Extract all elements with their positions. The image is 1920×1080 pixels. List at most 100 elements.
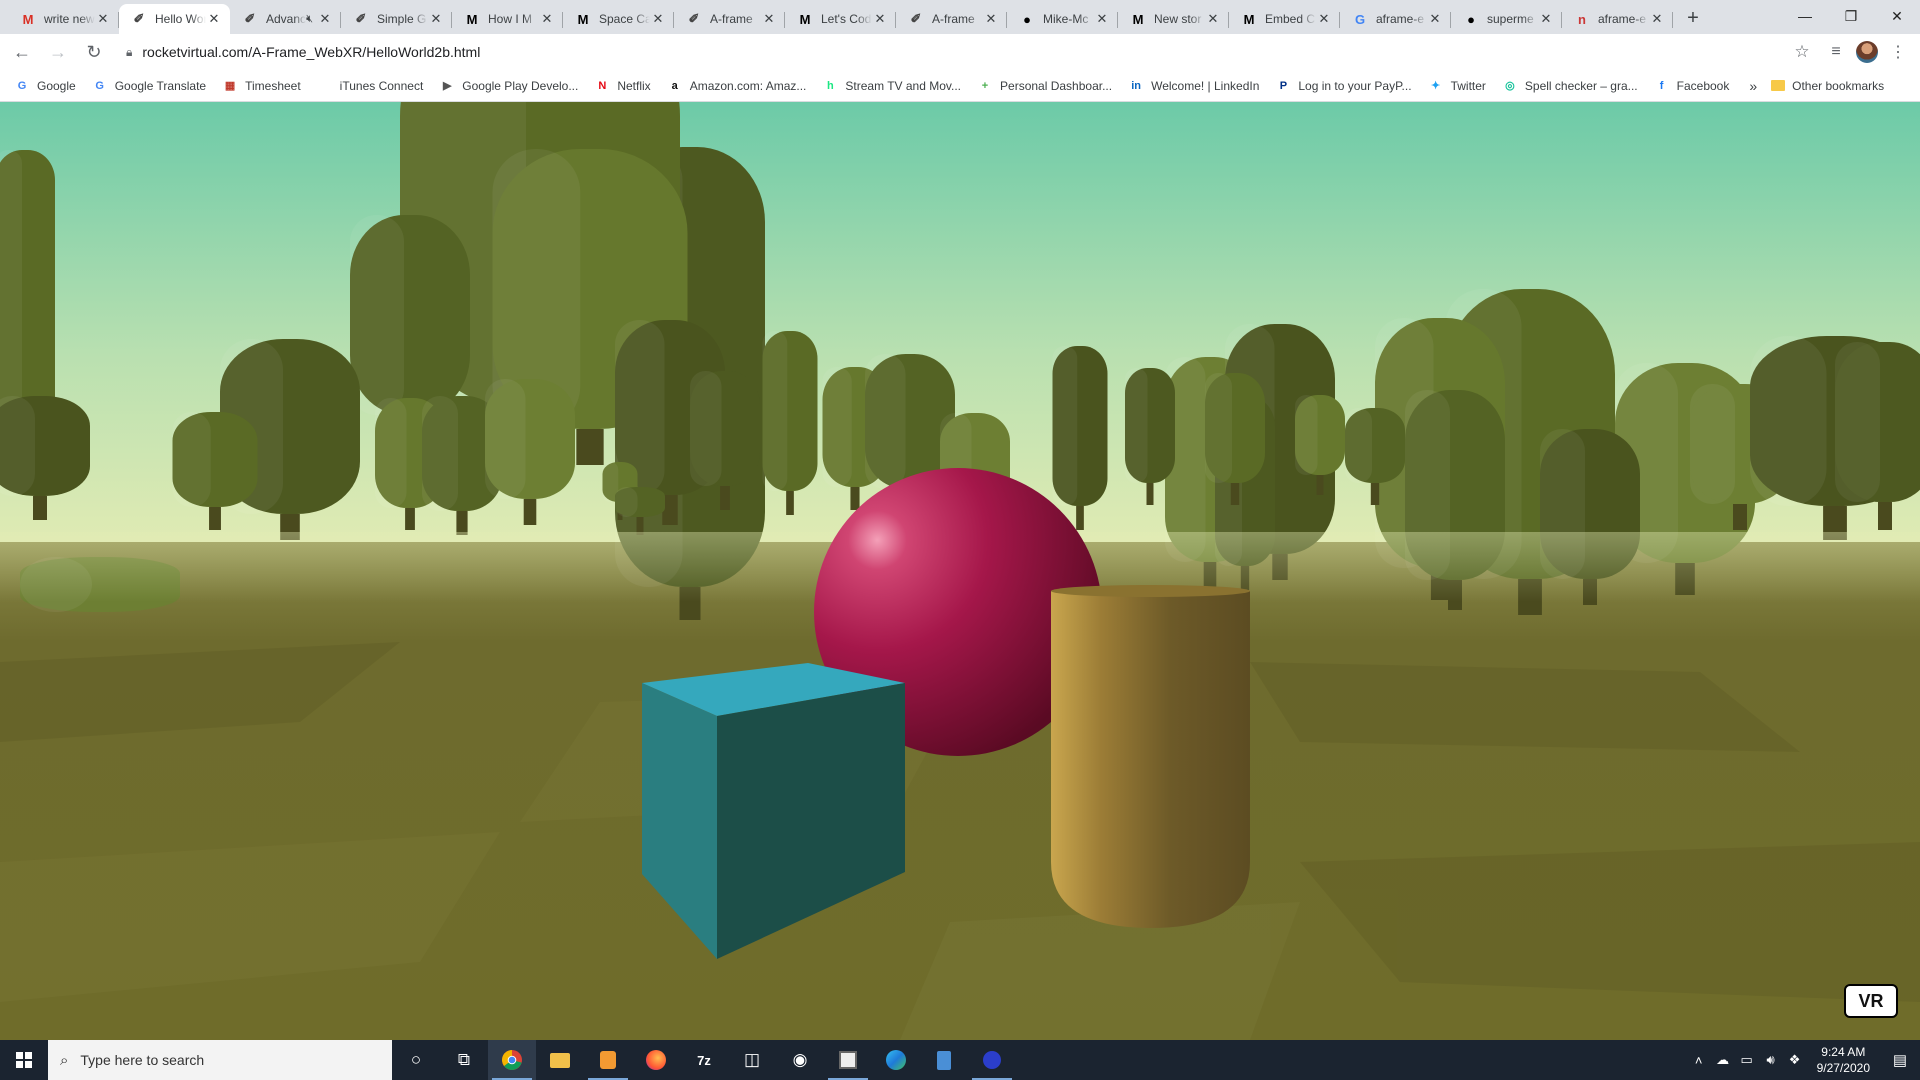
github-icon: ● xyxy=(1467,11,1475,27)
browser-tab[interactable]: M Embed C ✕ xyxy=(1229,4,1340,34)
menu-kebab-icon[interactable]: ⋮ xyxy=(1886,40,1910,64)
bookmarks-bar: G Google G Google Translate ▦ Timesheet iTunes… xyxy=(0,70,1920,102)
url-text[interactable]: rocketvirtual.com/A-Frame_WebXR/HelloWor… xyxy=(142,44,480,60)
paint-app-icon[interactable] xyxy=(824,1040,872,1080)
bookmark-item[interactable]: G Google xyxy=(14,78,76,94)
tab-close-icon[interactable]: ✕ xyxy=(1094,11,1110,27)
cortana-icon[interactable]: ○ xyxy=(392,1040,440,1080)
bookmark-item[interactable]: f Facebook xyxy=(1654,78,1730,94)
firefox-icon[interactable] xyxy=(632,1040,680,1080)
close-window-button[interactable]: ✕ xyxy=(1874,0,1920,32)
minimize-button[interactable]: — xyxy=(1782,0,1828,32)
browser-tab[interactable]: ✐ A-frame ✕ xyxy=(896,4,1007,34)
browser-tab[interactable]: ✐ Hello World✕ xyxy=(119,4,230,34)
clock[interactable]: 9:24 AM 9/27/2020 xyxy=(1807,1044,1880,1076)
bookmark-label: Amazon.com: Amaz... xyxy=(689,78,807,93)
taskbar-search-box[interactable]: ⌕ Type here to search xyxy=(48,1040,392,1080)
browser-tab[interactable]: ✐ Simple G ✕ xyxy=(341,4,452,34)
tab-close-icon[interactable]: ✕ xyxy=(317,11,333,27)
tab-title: Embed C xyxy=(1265,12,1316,26)
tab-title: New stor xyxy=(1154,12,1202,26)
vr-mode-button[interactable]: VR xyxy=(1844,984,1898,1018)
chrome-icon[interactable] xyxy=(488,1040,536,1080)
tab-close-icon[interactable]: ✕ xyxy=(761,11,777,27)
blue-app-icon[interactable] xyxy=(968,1040,1016,1080)
bookmark-item[interactable]: ◎ Spell checker – gra... xyxy=(1502,78,1638,94)
profile-avatar[interactable] xyxy=(1856,41,1878,63)
tab-close-icon[interactable]: ✕ xyxy=(1649,11,1665,27)
browser-tab[interactable]: Gaframe-e ✕ xyxy=(1340,4,1451,34)
edge-icon[interactable] xyxy=(872,1040,920,1080)
browser-tab[interactable]: ✐ Advanced🔇︎ ✕ xyxy=(230,4,341,34)
bookmark-item[interactable]: ▦ Timesheet xyxy=(222,78,301,94)
onedrive-icon[interactable]: ☁ xyxy=(1711,1052,1735,1068)
bookmark-item[interactable]: iTunes Connect xyxy=(317,78,424,94)
bookmark-star-icon[interactable]: ☆ xyxy=(1788,42,1816,62)
browser-tab[interactable]: ✐ A-frame ✕ xyxy=(674,4,785,34)
aframe-icon: ✐ xyxy=(244,11,256,26)
show-hidden-icons-icon[interactable]: ˄ xyxy=(1687,1053,1711,1068)
tab-title: A-frame xyxy=(932,12,975,26)
task-view-icon[interactable]: ⧉ xyxy=(440,1040,488,1080)
tab-close-icon[interactable]: ✕ xyxy=(206,11,222,27)
bookmark-item[interactable]: ✦ Twitter xyxy=(1428,78,1486,94)
gmail-icon: M xyxy=(22,11,34,27)
facebook-icon: f xyxy=(1659,79,1664,92)
browser-tab[interactable]: M New stor ✕ xyxy=(1118,4,1229,34)
7zip-icon[interactable]: 7z xyxy=(680,1040,728,1080)
reload-button[interactable]: ↻ xyxy=(80,38,108,66)
system-tray: ˄ ☁ ▭ 🔊︎ ❖ 9:24 AM 9/27/2020 ▤ xyxy=(1687,1040,1920,1080)
tab-close-icon[interactable]: ✕ xyxy=(983,11,999,27)
bookmark-item[interactable]: N Netflix xyxy=(594,78,650,94)
aframe-scene[interactable]: VR xyxy=(0,102,1920,1040)
sublime-text-icon[interactable] xyxy=(584,1040,632,1080)
bookmark-label: Spell checker – gra... xyxy=(1524,78,1638,93)
browser-tab[interactable]: M Space Ca ✕ xyxy=(563,4,674,34)
other-bookmarks-folder[interactable]: Other bookmarks xyxy=(1771,79,1884,93)
dropbox-icon[interactable]: ❖ xyxy=(1783,1052,1807,1068)
browser-tab[interactable]: n aframe-e ✕ xyxy=(1562,4,1673,34)
steam-icon[interactable]: ◉ xyxy=(776,1040,824,1080)
volume-icon[interactable]: 🔊︎ xyxy=(1759,1052,1783,1068)
bookmark-item[interactable]: in Welcome! | LinkedIn xyxy=(1128,78,1259,94)
start-button[interactable] xyxy=(0,1040,48,1080)
file-explorer-icon[interactable] xyxy=(536,1040,584,1080)
bookmark-item[interactable]: G Google Translate xyxy=(92,78,206,94)
bookmarks-overflow-button[interactable]: » xyxy=(1749,78,1757,94)
tab-close-icon[interactable]: ✕ xyxy=(1427,11,1443,27)
tab-audio-icon[interactable]: 🔇︎ xyxy=(306,13,313,26)
bookmark-item[interactable]: + Personal Dashboar... xyxy=(977,78,1112,94)
address-bar[interactable]: 🔒︎ rocketvirtual.com/A-Frame_WebXR/Hello… xyxy=(118,38,1788,66)
bookmark-item[interactable]: ▶ Google Play Develo... xyxy=(439,78,578,94)
tab-title: write new xyxy=(44,12,95,26)
browser-tab[interactable]: ● Mike-Mc ✕ xyxy=(1007,4,1118,34)
bookmark-label: Stream TV and Mov... xyxy=(845,78,962,93)
new-tab-button[interactable]: + xyxy=(1679,4,1707,32)
tab-close-icon[interactable]: ✕ xyxy=(95,11,111,27)
cylinder[interactable] xyxy=(1051,585,1250,928)
browser-tab[interactable]: M How I M ✕ xyxy=(452,4,563,34)
browser-tab[interactable]: ● superme ✕ xyxy=(1451,4,1562,34)
tab-close-icon[interactable]: ✕ xyxy=(1316,11,1332,27)
network-icon[interactable]: ▭ xyxy=(1735,1052,1759,1068)
bookmark-item[interactable]: a Amazon.com: Amaz... xyxy=(667,78,807,94)
media-control-icon[interactable]: ≡ xyxy=(1824,40,1848,64)
back-button[interactable]: ← xyxy=(8,38,36,66)
calculator-icon[interactable] xyxy=(920,1040,968,1080)
vr-headset-icon[interactable]: ◫ xyxy=(728,1040,776,1080)
bookmark-item[interactable]: P Log in to your PayP... xyxy=(1275,78,1412,94)
tab-close-icon[interactable]: ✕ xyxy=(539,11,555,27)
forward-button[interactable]: → xyxy=(44,38,72,66)
browser-tab[interactable]: Mwrite new ✕ xyxy=(8,4,119,34)
tab-close-icon[interactable]: ✕ xyxy=(428,11,444,27)
tab-close-icon[interactable]: ✕ xyxy=(650,11,666,27)
bookmark-item[interactable]: h Stream TV and Mov... xyxy=(822,78,961,94)
aframe-icon: ✐ xyxy=(133,11,145,26)
restore-button[interactable]: ❐ xyxy=(1828,0,1874,32)
tab-close-icon[interactable]: ✕ xyxy=(1538,11,1554,27)
tab-close-icon[interactable]: ✕ xyxy=(872,11,888,27)
browser-tab[interactable]: M Let's Cod ✕ xyxy=(785,4,896,34)
bookmark-label: Personal Dashboar... xyxy=(1000,78,1113,93)
tab-close-icon[interactable]: ✕ xyxy=(1205,11,1221,27)
notifications-icon[interactable]: ▤ xyxy=(1880,1040,1920,1080)
